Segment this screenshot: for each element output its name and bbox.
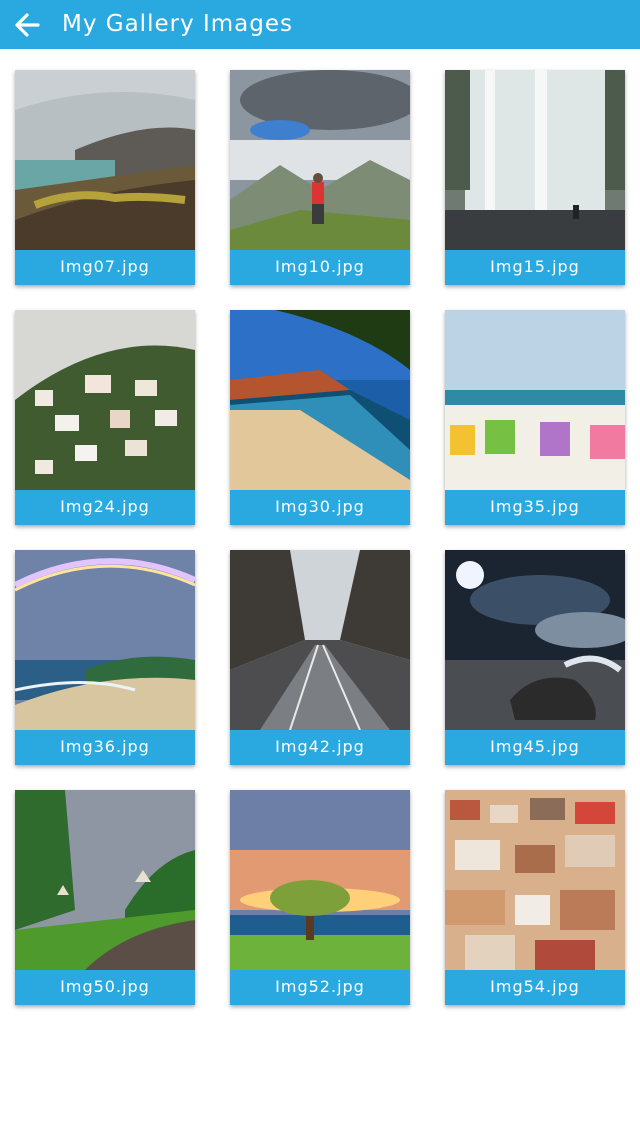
gallery-caption: Img42.jpg — [230, 730, 410, 765]
back-arrow-icon[interactable] — [14, 12, 40, 38]
gallery-caption: Img36.jpg — [15, 730, 195, 765]
gallery-thumbnail[interactable] — [230, 790, 410, 970]
gallery-caption: Img07.jpg — [15, 250, 195, 285]
gallery-caption: Img24.jpg — [15, 490, 195, 525]
gallery-thumbnail[interactable] — [15, 70, 195, 250]
app-bar: My Gallery Images — [0, 0, 640, 49]
gallery-item[interactable]: Img45.jpg — [445, 550, 625, 765]
gallery-caption: Img45.jpg — [445, 730, 625, 765]
gallery-item[interactable]: Img30.jpg — [230, 310, 410, 525]
gallery-item[interactable]: Img54.jpg — [445, 790, 625, 1005]
gallery-item[interactable]: Img50.jpg — [15, 790, 195, 1005]
gallery-item[interactable]: Img36.jpg — [15, 550, 195, 765]
gallery-item[interactable]: Img15.jpg — [445, 70, 625, 285]
gallery-grid: Img07.jpg Img10.jpg Img15.jpg Img24.jpg … — [0, 49, 640, 1134]
gallery-caption: Img54.jpg — [445, 970, 625, 1005]
gallery-thumbnail[interactable] — [445, 70, 625, 250]
gallery-thumbnail[interactable] — [445, 310, 625, 490]
gallery-caption: Img10.jpg — [230, 250, 410, 285]
gallery-caption: Img35.jpg — [445, 490, 625, 525]
gallery-thumbnail[interactable] — [445, 790, 625, 970]
gallery-thumbnail[interactable] — [15, 550, 195, 730]
gallery-caption: Img15.jpg — [445, 250, 625, 285]
gallery-thumbnail[interactable] — [230, 70, 410, 250]
gallery-caption: Img50.jpg — [15, 970, 195, 1005]
gallery-item[interactable]: Img52.jpg — [230, 790, 410, 1005]
gallery-thumbnail[interactable] — [15, 790, 195, 970]
gallery-item[interactable]: Img07.jpg — [15, 70, 195, 285]
gallery-item[interactable]: Img35.jpg — [445, 310, 625, 525]
gallery-item[interactable]: Img42.jpg — [230, 550, 410, 765]
gallery-item[interactable]: Img24.jpg — [15, 310, 195, 525]
gallery-caption: Img30.jpg — [230, 490, 410, 525]
gallery-item[interactable]: Img10.jpg — [230, 70, 410, 285]
page-title: My Gallery Images — [62, 11, 294, 37]
gallery-thumbnail[interactable] — [230, 310, 410, 490]
gallery-thumbnail[interactable] — [445, 550, 625, 730]
gallery-thumbnail[interactable] — [230, 550, 410, 730]
gallery-caption: Img52.jpg — [230, 970, 410, 1005]
gallery-thumbnail[interactable] — [15, 310, 195, 490]
